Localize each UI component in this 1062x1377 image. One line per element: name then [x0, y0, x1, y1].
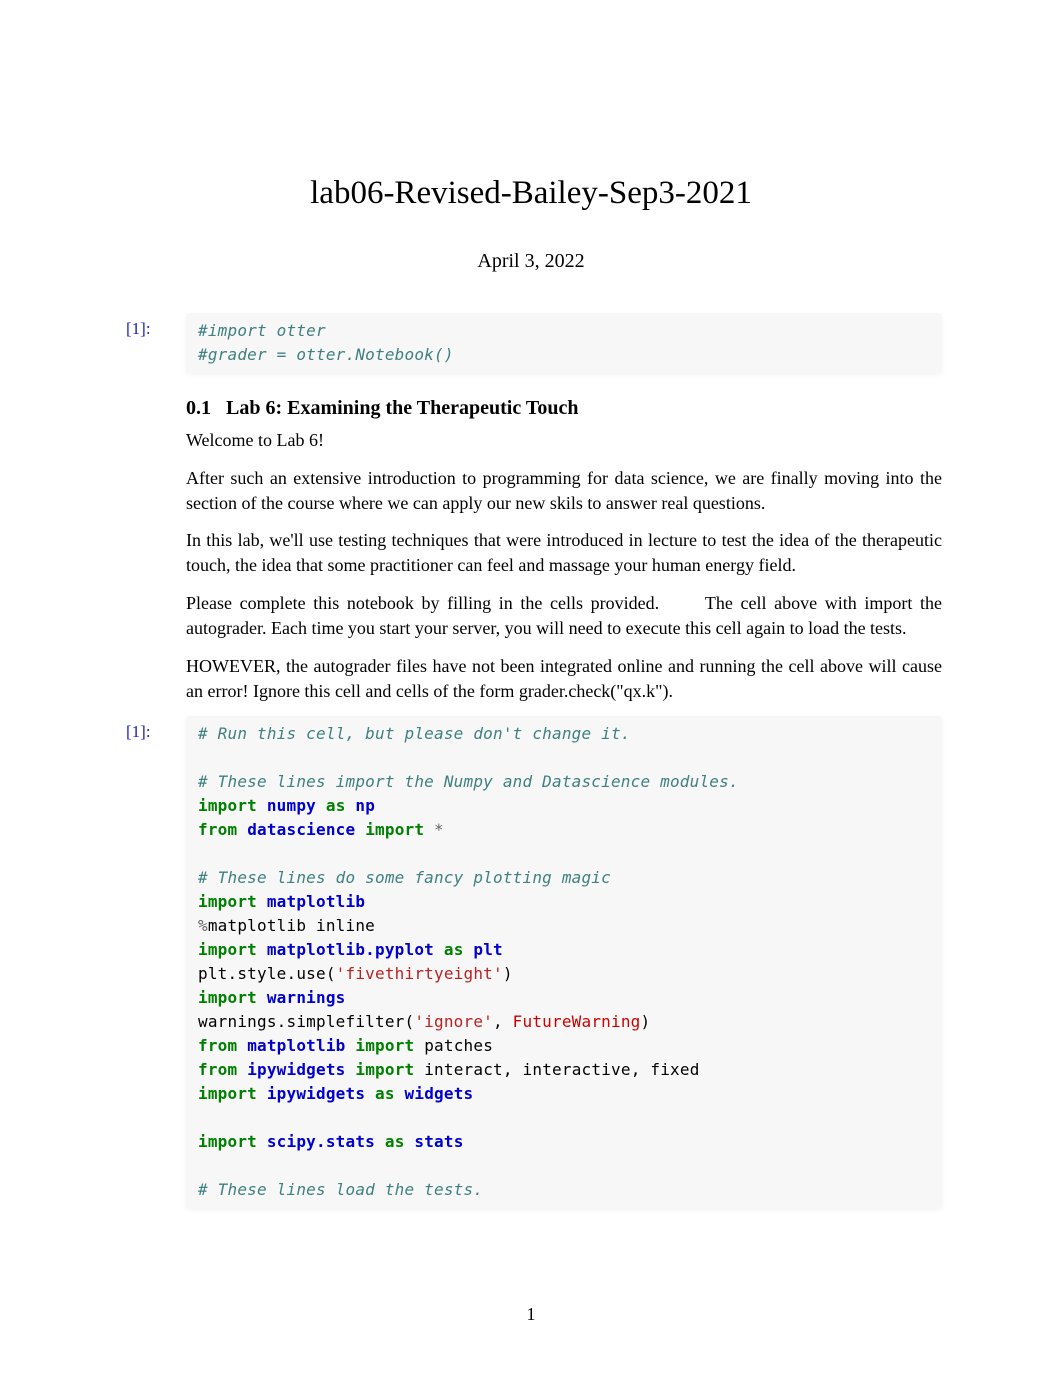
page: lab06-Revised-Bailey-Sep3-2021 April 3, … [0, 0, 1062, 1377]
page-date: April 3, 2022 [120, 250, 942, 273]
code-text: plt.style.use( [198, 964, 336, 983]
paragraph: Welcome to Lab 6! [186, 428, 942, 453]
keyword-from: from [198, 1060, 237, 1079]
alias-np: np [355, 796, 375, 815]
keyword-import: import [198, 1132, 257, 1151]
sentence: Please complete this notebook by filling… [186, 593, 659, 613]
comment: # These lines load the tests. [198, 1180, 483, 1199]
keyword-import: import [198, 1084, 257, 1103]
heading-number: 0.1 [186, 397, 211, 419]
keyword-as: as [385, 1132, 405, 1151]
keyword-import: import [198, 940, 257, 959]
magic-arg: inline [316, 916, 375, 935]
paragraph: HOWEVER, the autograder files have not b… [186, 654, 942, 704]
operator-star: * [434, 820, 444, 839]
keyword-import: import [198, 988, 257, 1007]
comment: #grader = otter.Notebook() [198, 345, 454, 364]
module-ipywidgets: ipywidgets [267, 1084, 365, 1103]
markdown-block: 0.1 Lab 6: Examining the Therapeutic Tou… [186, 397, 942, 703]
keyword-from: from [198, 1036, 237, 1055]
module-warnings: warnings [267, 988, 346, 1007]
names-interact: interact, interactive, fixed [424, 1060, 699, 1079]
module-pyplot: matplotlib.pyplot [267, 940, 434, 959]
comma: , [493, 1012, 513, 1031]
comment: # Run this cell, but please don't change… [198, 724, 631, 743]
module-ipywidgets: ipywidgets [247, 1060, 345, 1079]
keyword-as: as [375, 1084, 395, 1103]
code-block: # Run this cell, but please don't change… [186, 716, 942, 1208]
code-cell-1: [1]: #import otter #grader = otter.Noteb… [120, 313, 942, 373]
alias-stats: stats [414, 1132, 463, 1151]
keyword-import: import [355, 1060, 414, 1079]
keyword-import: import [365, 820, 424, 839]
module-matplotlib: matplotlib [267, 892, 365, 911]
alias-plt: plt [473, 940, 503, 959]
section-heading: 0.1 Lab 6: Examining the Therapeutic Tou… [186, 397, 942, 420]
keyword-as: as [444, 940, 464, 959]
code-text: warnings.simplefilter( [198, 1012, 414, 1031]
keyword-as: as [326, 796, 346, 815]
keyword-import: import [355, 1036, 414, 1055]
magic-percent: % [198, 916, 208, 935]
comment: #import otter [198, 321, 326, 340]
comment: # These lines do some fancy plotting mag… [198, 868, 611, 887]
heading-text: Lab 6: Examining the Therapeutic Touch [226, 397, 578, 419]
paren-close: ) [641, 1012, 651, 1031]
string-literal: 'ignore' [414, 1012, 493, 1031]
paragraph: In this lab, we'll use testing technique… [186, 528, 942, 578]
cell-prompt: [1]: [120, 716, 186, 742]
keyword-import: import [198, 892, 257, 911]
string-literal: 'fivethirtyeight' [336, 964, 503, 983]
module-scipy-stats: scipy.stats [267, 1132, 375, 1151]
name-futurewarning: FutureWarning [513, 1012, 641, 1031]
code-cell-2: [1]: # Run this cell, but please don't c… [120, 716, 942, 1208]
keyword-import: import [198, 796, 257, 815]
comment: # These lines import the Numpy and Datas… [198, 772, 739, 791]
module-datascience: datascience [247, 820, 355, 839]
paragraph: Please complete this notebook by filling… [186, 591, 942, 641]
alias-widgets: widgets [405, 1084, 474, 1103]
keyword-from: from [198, 820, 237, 839]
code-block: #import otter #grader = otter.Notebook() [186, 313, 942, 373]
page-title: lab06-Revised-Bailey-Sep3-2021 [120, 175, 942, 212]
cell-prompt: [1]: [120, 313, 186, 339]
name-patches: patches [424, 1036, 493, 1055]
paragraph: After such an extensive introduction to … [186, 466, 942, 516]
magic-name: matplotlib [208, 916, 306, 935]
page-number: 1 [0, 1304, 1062, 1325]
paren-close: ) [503, 964, 513, 983]
module-matplotlib: matplotlib [247, 1036, 345, 1055]
module-numpy: numpy [267, 796, 316, 815]
